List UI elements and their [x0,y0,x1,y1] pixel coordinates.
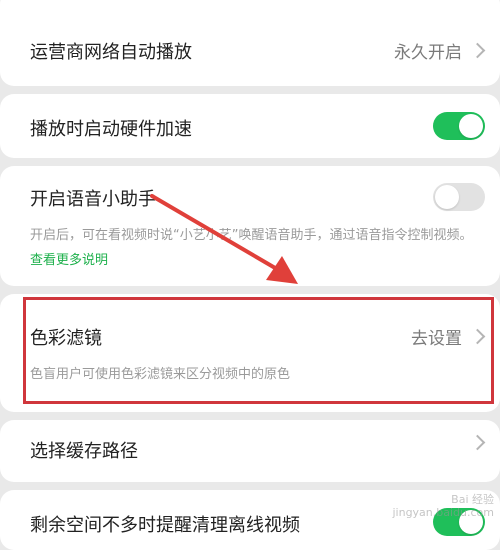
low-storage-label: 剩余空间不多时提醒清理离线视频 [30,515,300,536]
watermark: Bai 经验 jingyan.baidu.com [392,493,494,519]
highlight-box [23,297,494,404]
cache-path-label: 选择缓存路径 [30,441,138,462]
watermark-logo: Bai 经验 [451,493,494,506]
toggle-knob [435,185,459,209]
voice-assistant-description: 开启后，可在看视频时说“小艺小艺”唤醒语音助手，通过语音指令控制视频。查看更多说… [30,223,480,273]
chevron-right-icon [469,434,486,451]
more-info-link[interactable]: 查看更多说明 [30,253,108,268]
voice-assistant-desc-text: 开启后，可在看视频时说“小艺小艺”唤醒语音助手，通过语音指令控制视频。 [30,228,473,243]
hw-accel-row: 播放时启动硬件加速 [0,94,500,158]
hw-accel-toggle[interactable] [433,112,485,140]
cache-path-row[interactable]: 选择缓存路径 [0,420,500,482]
watermark-url: jingyan.baidu.com [392,506,494,519]
voice-assistant-label: 开启语音小助手 [30,189,156,210]
toggle-knob [459,114,483,138]
hw-accel-label: 播放时启动硬件加速 [30,119,192,140]
carrier-autoplay-value: 永久开启 [394,43,462,63]
voice-assistant-row: 开启语音小助手 开启后，可在看视频时说“小艺小艺”唤醒语音助手，通过语音指令控制… [0,166,500,286]
voice-assistant-toggle[interactable] [433,183,485,211]
chevron-right-icon [469,42,486,59]
carrier-autoplay-row[interactable]: 运营商网络自动播放 永久开启 [0,0,500,86]
carrier-autoplay-label: 运营商网络自动播放 [30,42,192,63]
